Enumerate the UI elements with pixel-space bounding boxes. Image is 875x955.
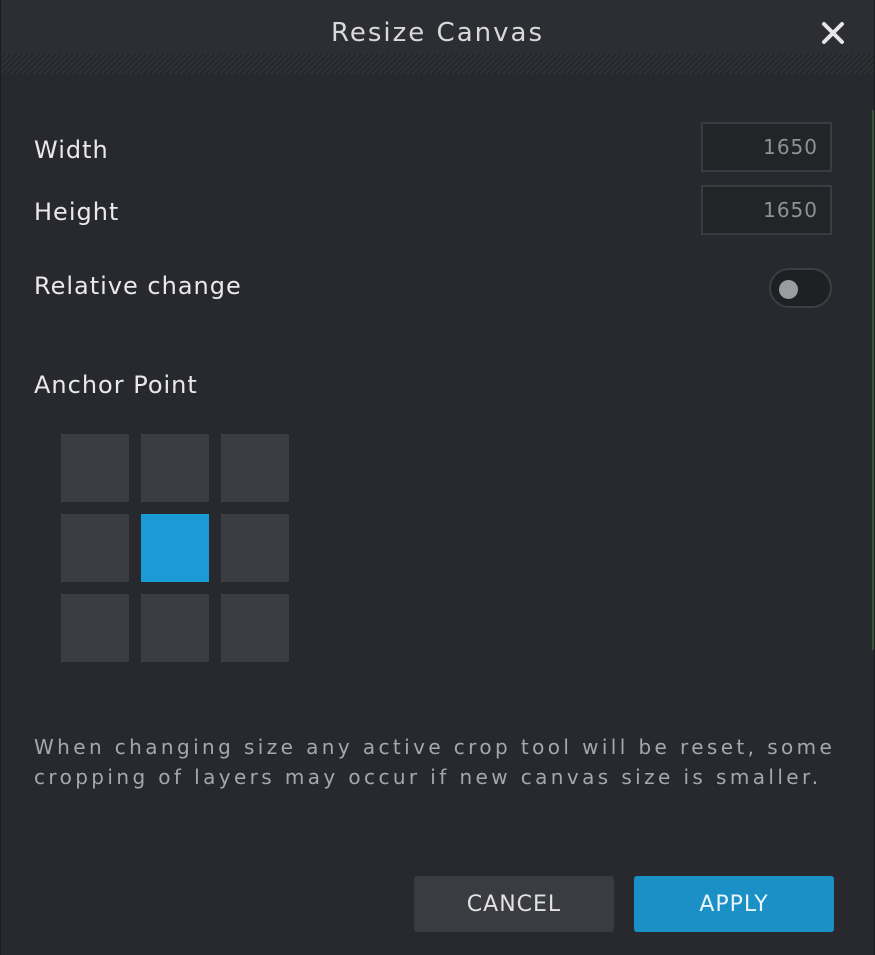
dialog-title-bar: Resize Canvas <box>1 0 874 74</box>
crop-warning-note: When changing size any active crop tool … <box>34 735 836 789</box>
anchor-cell-middle-right[interactable] <box>221 514 289 582</box>
height-label: Height <box>34 198 120 226</box>
toggle-knob <box>779 280 798 299</box>
cancel-button[interactable]: CANCEL <box>414 876 614 932</box>
anchor-cell-top-right[interactable] <box>221 434 289 502</box>
anchor-cell-top-left[interactable] <box>61 434 129 502</box>
width-label: Width <box>34 136 109 164</box>
close-button[interactable] <box>816 16 850 50</box>
relative-change-label: Relative change <box>34 272 242 300</box>
anchor-cell-top-center[interactable] <box>141 434 209 502</box>
apply-button[interactable]: APPLY <box>634 876 834 932</box>
anchor-cell-middle-left[interactable] <box>61 514 129 582</box>
close-icon <box>822 22 844 44</box>
anchor-cell-bottom-right[interactable] <box>221 594 289 662</box>
dialog-title: Resize Canvas <box>330 18 544 48</box>
resize-canvas-dialog: Resize Canvas Width Height Relative chan… <box>0 0 875 955</box>
anchor-point-grid <box>61 434 289 662</box>
width-input[interactable] <box>701 122 832 172</box>
anchor-cell-bottom-left[interactable] <box>61 594 129 662</box>
anchor-cell-middle-center[interactable] <box>141 514 209 582</box>
anchor-point-label: Anchor Point <box>34 371 198 399</box>
relative-change-toggle[interactable] <box>769 268 832 308</box>
side-accent-strip <box>872 110 874 650</box>
anchor-cell-bottom-center[interactable] <box>141 594 209 662</box>
height-input[interactable] <box>701 185 832 235</box>
